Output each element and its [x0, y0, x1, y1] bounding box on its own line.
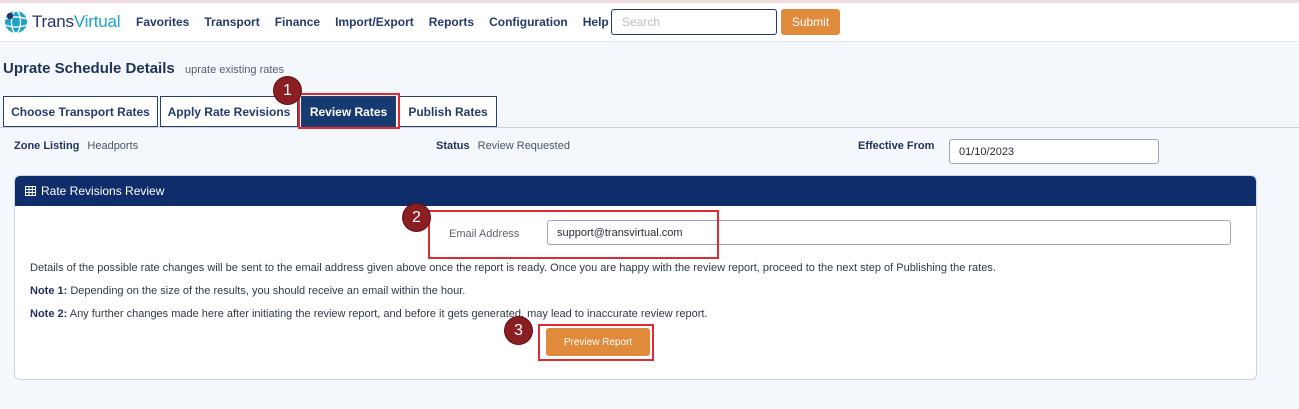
- zone-listing-label: Zone Listing: [14, 140, 80, 152]
- note-1: Note 1: Depending on the size of the res…: [30, 285, 465, 297]
- nav-transport[interactable]: Transport: [204, 15, 259, 29]
- email-address-input[interactable]: [547, 220, 1231, 245]
- status-value: Review Requested: [477, 140, 570, 152]
- note-2-text: Any further changes made here after init…: [67, 308, 708, 320]
- effective-from-label: Effective From: [858, 140, 935, 152]
- note-2: Note 2: Any further changes made here af…: [30, 308, 707, 320]
- globe-logo-icon: [4, 10, 28, 34]
- tab-choose-transport-rates[interactable]: Choose Transport Rates: [3, 96, 158, 127]
- zone-listing-field: Zone Listing Headports: [14, 140, 138, 152]
- preview-report-button[interactable]: Preview Report: [546, 328, 650, 356]
- status-label: Status: [436, 140, 470, 152]
- effective-from-field: Effective From: [858, 140, 934, 152]
- header-submit-button[interactable]: Submit: [781, 9, 840, 35]
- search-input[interactable]: [611, 9, 777, 35]
- table-icon: [25, 186, 36, 196]
- nav-favorites[interactable]: Favorites: [136, 15, 189, 29]
- effective-from-input[interactable]: [949, 139, 1159, 164]
- logo-text-virtual: Virtual: [73, 12, 121, 31]
- details-text: Details of the possible rate changes wil…: [30, 262, 996, 274]
- nav-help[interactable]: Help: [583, 15, 609, 29]
- tab-review-rates[interactable]: Review Rates: [301, 96, 396, 127]
- note-1-text: Depending on the size of the results, yo…: [67, 285, 466, 297]
- panel-header: Rate Revisions Review: [15, 176, 1256, 206]
- tab-apply-rate-revisions[interactable]: Apply Rate Revisions: [160, 96, 298, 127]
- page-subtitle: uprate existing rates: [185, 64, 285, 76]
- tab-bar-divider: [0, 127, 1299, 128]
- nav-reports[interactable]: Reports: [429, 15, 474, 29]
- tab-publish-rates[interactable]: Publish Rates: [399, 96, 497, 127]
- status-field: Status Review Requested: [436, 140, 570, 152]
- logo-text-trans: Trans: [32, 12, 74, 31]
- page-title: Uprate Schedule Details: [3, 60, 175, 77]
- transvirtual-logo[interactable]: TransVirtual: [4, 10, 121, 34]
- nav-configuration[interactable]: Configuration: [489, 15, 568, 29]
- note-1-label: Note 1:: [30, 285, 68, 297]
- note-2-label: Note 2:: [30, 308, 68, 320]
- rate-revisions-review-panel: Rate Revisions Review Email Address Deta…: [14, 175, 1257, 380]
- top-navbar: TransVirtual Favorites Transport Finance…: [0, 3, 1299, 42]
- zone-listing-value: Headports: [87, 140, 139, 152]
- logo-wordmark: TransVirtual: [32, 12, 121, 32]
- main-nav: Favorites Transport Finance Import/Expor…: [136, 15, 624, 29]
- panel-title: Rate Revisions Review: [41, 184, 165, 198]
- nav-finance[interactable]: Finance: [275, 15, 320, 29]
- nav-import-export[interactable]: Import/Export: [335, 15, 414, 29]
- email-address-label: Email Address: [449, 228, 520, 240]
